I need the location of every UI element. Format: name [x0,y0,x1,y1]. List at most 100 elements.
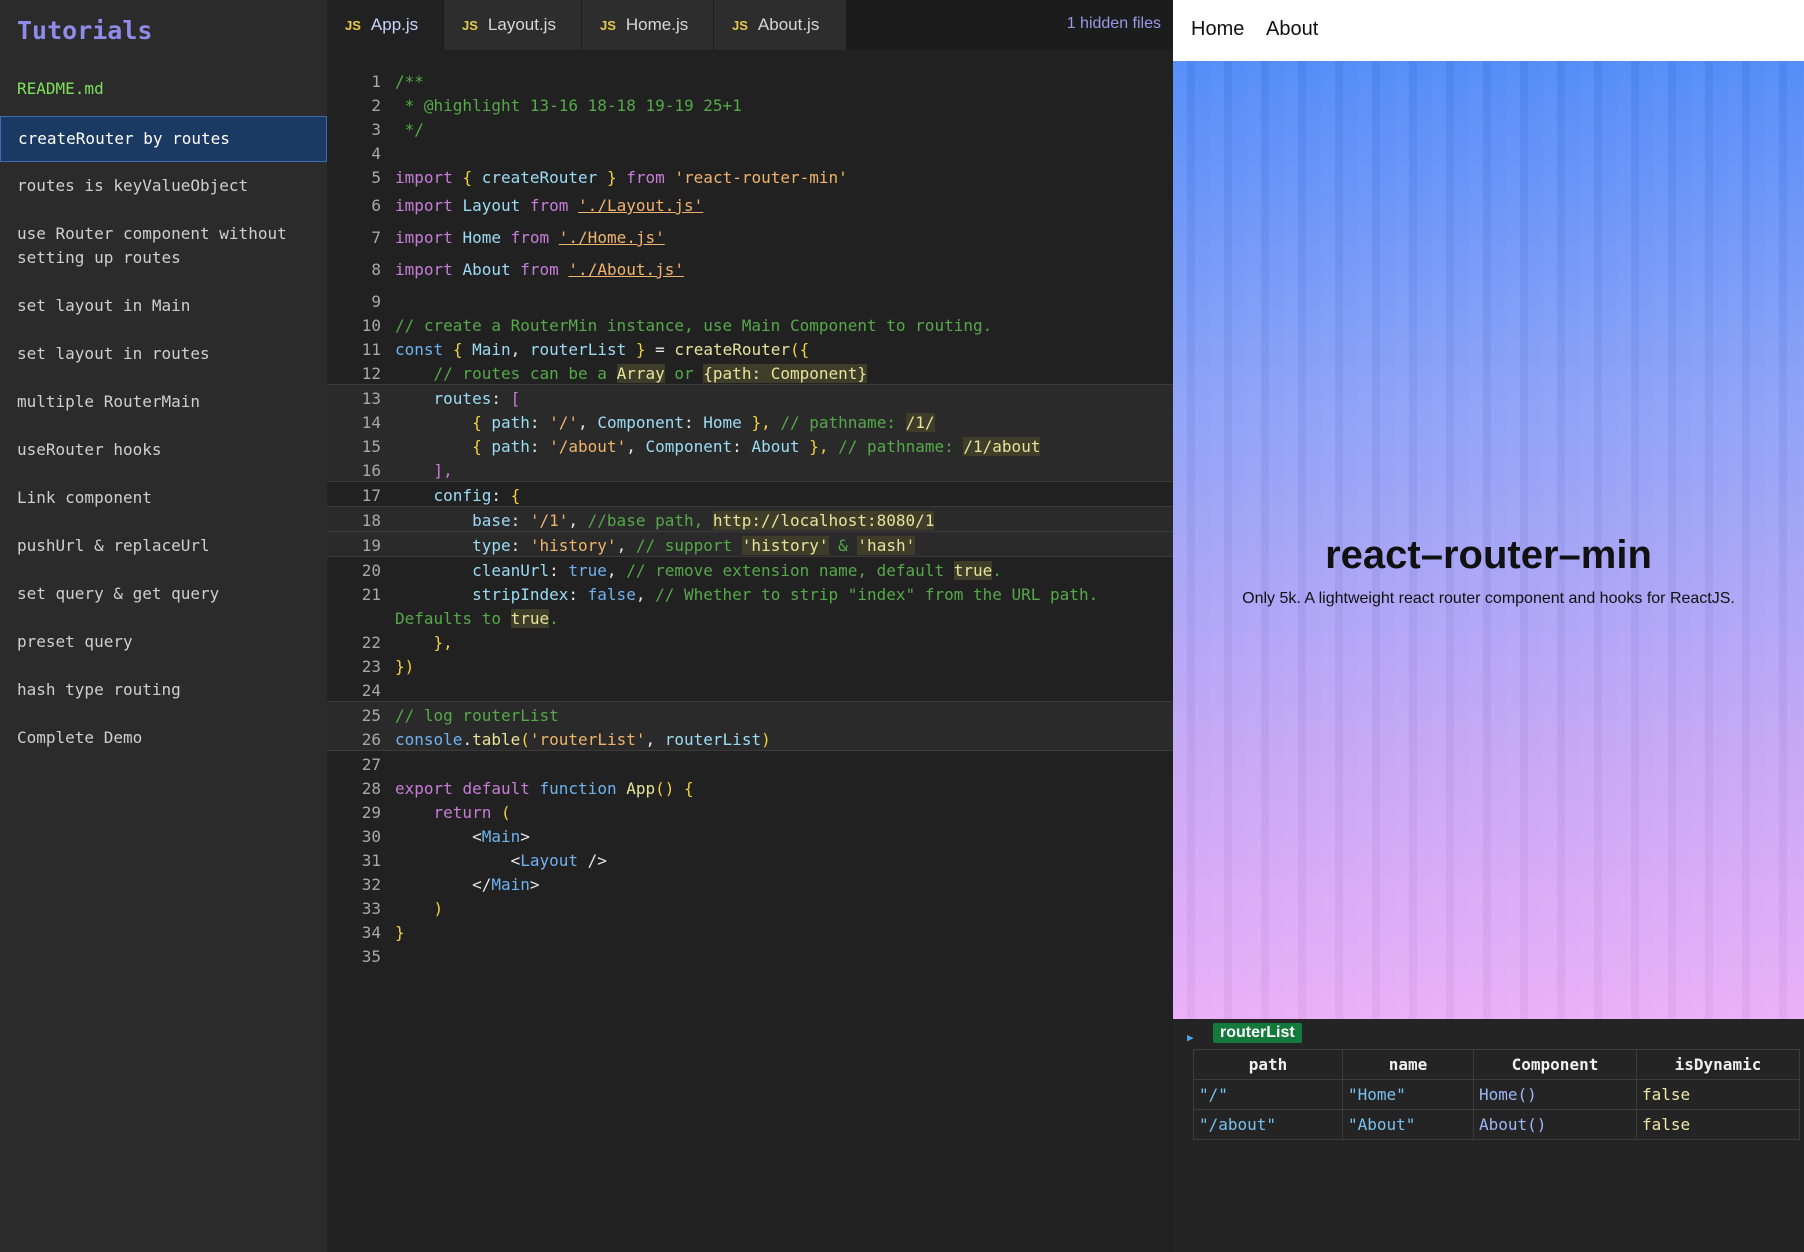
code-text: export default function App() { [395,779,694,798]
code-line: 9 [327,288,1173,312]
code-line: 32 </Main> [327,871,1173,895]
tab-home-js[interactable]: JS Home.js [582,0,714,50]
tab-label: Home.js [625,15,689,34]
sidebar-item-pushurl-replaceurl[interactable]: pushUrl & replaceUrl [0,522,327,570]
line-number: 17 [361,486,381,505]
line-number: 19 [361,536,381,555]
code-text: const { Main, routerList } = createRoute… [395,340,810,359]
line-number: 22 [361,633,381,652]
code-text: cleanUrl: true, // remove extension name… [472,561,1002,580]
code-line: 17 config: { [327,482,1173,506]
table-row: "/about" "About" About() false [1193,1109,1800,1140]
line-number: 27 [361,755,381,774]
line-number: 13 [361,389,381,408]
line-number: 4 [371,144,381,163]
code-line: 4 [327,140,1173,164]
code-text: * @highlight 13-16 18-18 19-19 25+1 [395,96,742,115]
sidebar-item-createrouter-by-routes[interactable]: createRouter by routes [0,116,327,162]
sidebar-item-layout-in-main[interactable]: set layout in Main [0,282,327,330]
nav-link-about[interactable]: About [1266,18,1318,41]
sidebar-list: createRouter by routes routes is keyValu… [0,116,327,762]
sidebar-item-hash-routing[interactable]: hash type routing [0,666,327,714]
code-text: ], [433,461,453,480]
code-text: <Main> [472,827,530,846]
code-line-highlighted: 25 // log routerList [327,701,1173,726]
code-line: 27 [327,751,1173,775]
code-text: type: 'history', // support 'history' & … [472,536,916,555]
sidebar-item-layout-in-routes[interactable]: set layout in routes [0,330,327,378]
code-line-highlighted: 26 console.table('routerList', routerList… [327,726,1173,751]
code-text: import Layout from './Layout.js' [395,196,704,215]
code-text: }, [433,633,453,652]
code-text: console.table('routerList', routerList) [395,730,771,749]
code-text: /** [395,72,424,91]
console-table: path name Component isDynamic "/" "Home"… [1193,1049,1800,1140]
preview-hero: react–router–min Only 5k. A lightweight … [1173,61,1804,1019]
preview-pane: Home About react–router–min Only 5k. A l… [1173,0,1804,1252]
tab-about-js[interactable]: JS About.js [714,0,847,50]
code-text: import { createRouter } from 'react-rout… [395,168,848,187]
sidebar-item-userouter-hooks[interactable]: useRouter hooks [0,426,327,474]
console-label: routerList [1213,1023,1302,1043]
sidebar-item-preset-query[interactable]: preset query [0,618,327,666]
code-line-highlighted: 15 { path: '/about', Component: About },… [327,433,1173,457]
table-cell: false [1636,1079,1800,1110]
nav-link-home[interactable]: Home [1191,18,1244,41]
sidebar-item-readme[interactable]: README.md [17,79,104,98]
expand-arrow-icon[interactable]: ▶ [1187,1031,1194,1044]
file-tabbar: JS App.js JS Layout.js JS Home.js JS Abo… [327,0,1173,50]
sidebar-item-complete-demo[interactable]: Complete Demo [0,714,327,762]
line-number: 8 [371,260,381,279]
line-number: 34 [361,923,381,942]
sidebar-item-multiple-routermain[interactable]: multiple RouterMain [0,378,327,426]
code-text: return ( [433,803,511,822]
js-file-icon: JS [462,17,478,33]
code-line: 1 /** [327,68,1173,92]
code-text: // log routerList [395,706,559,725]
code-line-wrapped: Defaults to true. [327,605,1173,629]
code-line: 22 }, [327,629,1173,653]
line-number: 31 [361,851,381,870]
table-cell: "Home" [1342,1079,1474,1110]
line-number: 16 [361,461,381,480]
code-area[interactable]: 1 /** 2 * @highlight 13-16 18-18 19-19 25… [327,68,1173,967]
code-text: import About from './About.js' [395,260,685,279]
code-text: <Layout /> [510,851,607,870]
line-number: 32 [361,875,381,894]
line-number: 23 [361,657,381,676]
line-number: 12 [361,364,381,383]
code-line: 23}) [327,653,1173,677]
tab-layout-js[interactable]: JS Layout.js [444,0,582,50]
table-row: "/" "Home" Home() false [1193,1079,1800,1110]
table-cell: Home() [1473,1079,1637,1110]
code-text: } [395,923,405,942]
code-line-highlighted: 14 { path: '/', Component: Home }, // pa… [327,409,1173,433]
line-number: 30 [361,827,381,846]
line-number: 2 [371,96,381,115]
code-line: 11 const { Main, routerList } = createRou… [327,336,1173,360]
code-line: 35 [327,943,1173,967]
code-line: 5 import { createRouter } from 'react-rou… [327,164,1173,192]
sidebar-title: Tutorials [17,16,153,45]
code-line: 6 import Layout from './Layout.js' [327,192,1173,224]
code-text: */ [395,120,424,139]
code-line: 3 */ [327,116,1173,140]
js-file-icon: JS [600,17,616,33]
hidden-files-link[interactable]: 1 hidden files [1067,15,1161,33]
line-number: 1 [371,72,381,91]
line-number: 14 [361,413,381,432]
js-file-icon: JS [345,17,361,33]
sidebar-item-routes-keyvalueobject[interactable]: routes is keyValueObject [0,162,327,210]
code-editor[interactable]: JS App.js JS Layout.js JS Home.js JS Abo… [327,0,1173,1252]
code-text: { path: '/about', Component: About }, //… [472,437,1041,456]
line-number: 15 [361,437,381,456]
sidebar-item-set-get-query[interactable]: set query & get query [0,570,327,618]
sidebar-item-link-component[interactable]: Link component [0,474,327,522]
line-number: 10 [361,316,381,335]
sidebar-item-router-without-routes[interactable]: use Router component without setting up … [0,210,327,282]
code-line-highlighted: 13 routes: [ [327,384,1173,409]
code-text: // create a RouterMin instance, use Main… [395,316,993,335]
code-line: 8 import About from './About.js' [327,256,1173,288]
sidebar: Tutorials README.md createRouter by rout… [0,0,327,1252]
tab-app-js[interactable]: JS App.js [327,0,444,50]
